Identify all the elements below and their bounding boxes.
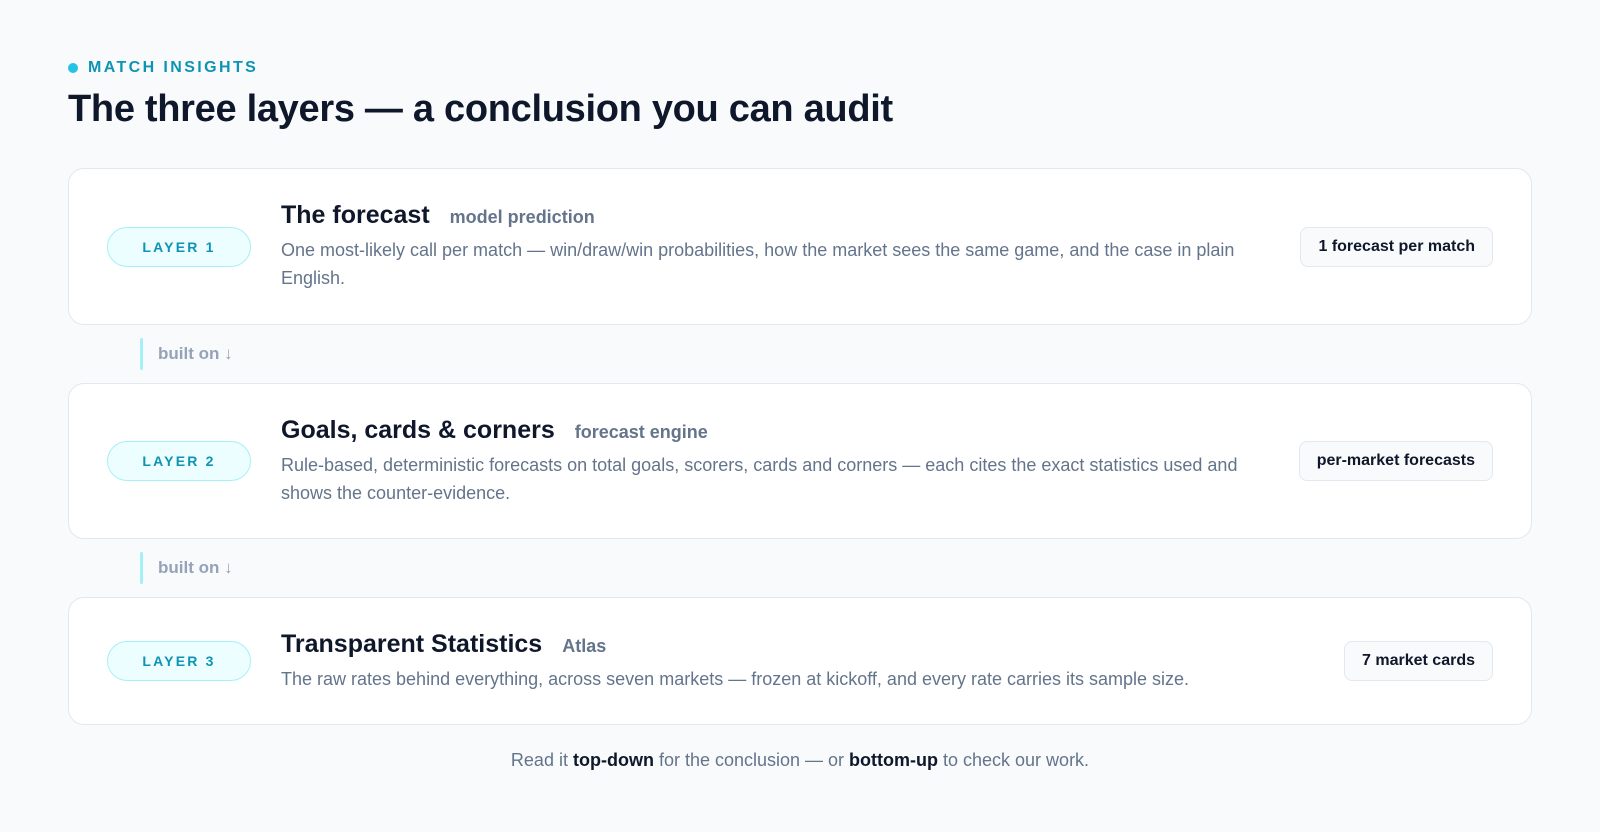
- footer-note: Read it top-down for the conclusion — or…: [0, 750, 1600, 771]
- layer-subtitle: model prediction: [449, 207, 595, 227]
- layer-description: One most-likely call per match — win/dra…: [281, 240, 1235, 288]
- layer-badge: LAYER 2: [107, 441, 251, 481]
- layer-stack: LAYER 1 The forecast model prediction On…: [68, 168, 1532, 725]
- connector-line: [140, 552, 143, 584]
- connector-label: built on ↓: [158, 344, 233, 363]
- layer-badge: LAYER 1: [107, 226, 251, 267]
- accent-dot-icon: [68, 63, 78, 73]
- footer-text: for the conclusion — or: [653, 750, 850, 770]
- layer-description: Rule-based, deterministic forecasts on t…: [281, 454, 1238, 503]
- layer-heading: Transparent Statistics Atlas: [281, 630, 1314, 659]
- page-title: The three layers — a conclusion you can …: [68, 88, 893, 130]
- layer-body: The forecast model prediction One most-l…: [281, 201, 1300, 292]
- footer-text: to check our work.: [938, 750, 1090, 770]
- connector-line: [140, 338, 143, 370]
- layer-heading: Goals, cards & corners forecast engine: [281, 416, 1269, 445]
- footer-emphasis-top-down: top-down: [572, 750, 654, 770]
- layer-subtitle: forecast engine: [574, 421, 708, 442]
- connector-label: built on ↓: [158, 558, 233, 577]
- layer-title: Goals, cards & corners: [281, 415, 555, 444]
- layer-badge: LAYER 3: [107, 641, 251, 681]
- footer-text: Read it: [510, 750, 573, 770]
- eyebrow-label: MATCH INSIGHTS: [88, 59, 259, 76]
- layer-title: The forecast: [281, 201, 430, 229]
- connector-1: built on ↓: [68, 325, 1532, 383]
- layer-description: The raw rates behind everything, across …: [281, 668, 1190, 689]
- eyebrow: MATCH INSIGHTS: [68, 58, 1532, 78]
- layer-body: Transparent Statistics Atlas The raw rat…: [281, 630, 1344, 693]
- layer-tag: per-market forecasts: [1298, 441, 1493, 481]
- layer-subtitle: Atlas: [562, 635, 607, 656]
- layer-card-1: LAYER 1 The forecast model prediction On…: [68, 168, 1532, 325]
- footer-emphasis-bottom-up: bottom-up: [849, 750, 938, 770]
- connector-2: built on ↓: [68, 539, 1532, 597]
- layer-card-3: LAYER 3 Transparent Statistics Atlas The…: [68, 597, 1532, 725]
- layer-body: Goals, cards & corners forecast engine R…: [281, 416, 1299, 507]
- layer-tag: 1 forecast per match: [1300, 226, 1493, 267]
- layer-title: Transparent Statistics: [281, 629, 543, 658]
- page: MATCH INSIGHTS The three layers — a conc…: [0, 0, 1600, 832]
- layer-tag: 7 market cards: [1344, 641, 1493, 681]
- layer-heading: The forecast model prediction: [281, 201, 1270, 230]
- layer-card-2: LAYER 2 Goals, cards & corners forecast …: [68, 383, 1532, 539]
